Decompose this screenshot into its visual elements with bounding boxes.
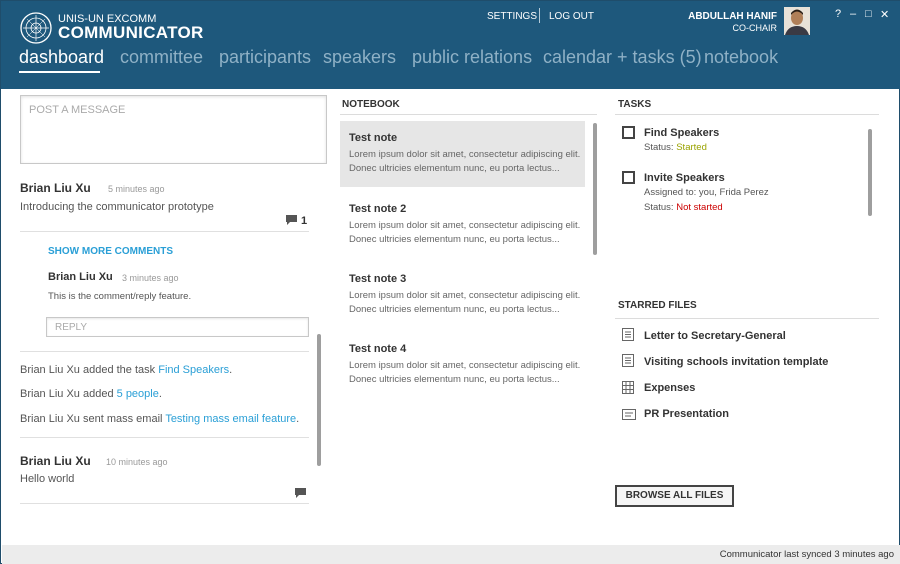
post-author[interactable]: Brian Liu Xu — [20, 454, 91, 468]
post-placeholder: POST A MESSAGE — [29, 104, 126, 116]
logout-link[interactable]: LOG OUT — [549, 11, 594, 22]
post-message-input[interactable]: POST A MESSAGE — [20, 95, 327, 164]
task-checkbox[interactable] — [622, 126, 635, 139]
section-divider — [340, 114, 597, 115]
task-checkbox[interactable] — [622, 171, 635, 184]
comment-text: This is the comment/reply feature. — [48, 291, 192, 302]
avatar[interactable] — [784, 7, 810, 35]
header-divider — [539, 8, 540, 23]
app-title: COMMUNICATOR — [58, 23, 204, 42]
file-link[interactable]: PR Presentation — [644, 408, 729, 420]
post-text: Introducing the communicator prototype — [20, 201, 214, 213]
task-status: Status: Started — [644, 142, 707, 153]
post-time: 5 minutes ago — [108, 184, 165, 194]
note-body: Lorem ipsum dolor sit amet, consectetur … — [349, 220, 581, 245]
sync-status: Communicator last synced 3 minutes ago — [719, 549, 894, 560]
feed-divider — [20, 503, 309, 504]
status-started: Started — [676, 142, 707, 153]
notebook-title: NOTEBOOK — [342, 99, 400, 110]
activity-link[interactable]: 5 people — [117, 388, 159, 400]
settings-link[interactable]: SETTINGS — [487, 11, 537, 22]
activity-item: Brian Liu Xu sent mass email Testing mas… — [20, 413, 300, 425]
file-link[interactable]: Expenses — [644, 382, 695, 394]
feed-divider — [20, 437, 309, 438]
tasks-scrollbar[interactable] — [868, 129, 872, 216]
nav-notebook[interactable]: notebook — [704, 47, 778, 68]
feed-scrollbar[interactable] — [317, 334, 321, 466]
close-icon[interactable]: ✕ — [880, 8, 889, 21]
app-window: UNIS-UN EXCOMM COMMUNICATOR SETTINGS LOG… — [0, 0, 900, 564]
section-divider — [615, 114, 879, 115]
maximize-icon[interactable]: □ — [865, 8, 872, 20]
comment-author[interactable]: Brian Liu Xu — [48, 271, 113, 283]
un-logo-icon — [20, 12, 52, 44]
comment-icon[interactable] — [286, 215, 297, 226]
task-title[interactable]: Find Speakers — [644, 127, 719, 139]
feed-divider — [20, 351, 309, 352]
reply-input[interactable]: REPLY — [46, 317, 309, 337]
activity-item: Brian Liu Xu added the task Find Speaker… — [20, 364, 233, 376]
activity-link[interactable]: Find Speakers — [158, 364, 229, 376]
post-time: 10 minutes ago — [106, 457, 168, 467]
spreadsheet-icon — [622, 381, 634, 394]
feed-divider — [20, 231, 309, 232]
post-text: Hello world — [20, 473, 75, 485]
document-icon — [622, 354, 634, 367]
task-title[interactable]: Invite Speakers — [644, 172, 725, 184]
show-more-comments-link[interactable]: SHOW MORE COMMENTS — [48, 246, 173, 257]
active-tab-indicator — [19, 71, 100, 73]
note-item[interactable]: Test note 3 Lorem ipsum dolor sit amet, … — [340, 262, 585, 328]
nav-public-relations[interactable]: public relations — [412, 47, 532, 68]
presentation-icon — [622, 409, 636, 420]
note-title: Test note 4 — [349, 343, 407, 355]
note-body: Lorem ipsum dolor sit amet, consectetur … — [349, 290, 581, 315]
nav-calendar-tasks[interactable]: calendar + tasks (5) — [543, 47, 702, 68]
file-link[interactable]: Visiting schools invitation template — [644, 356, 828, 368]
nav-committee[interactable]: committee — [120, 47, 203, 68]
help-icon[interactable]: ? — [835, 8, 841, 20]
task-assignee: Assigned to: you, Frida Perez — [644, 187, 769, 198]
activity-item: Brian Liu Xu added 5 people. — [20, 388, 162, 400]
notebook-scrollbar[interactable] — [593, 123, 597, 255]
task-status: Status: Not started — [644, 202, 723, 213]
user-role: CO-CHAIR — [732, 23, 778, 33]
nav-dashboard[interactable]: dashboard — [19, 47, 104, 68]
comment-time: 3 minutes ago — [122, 273, 179, 283]
nav-speakers[interactable]: speakers — [323, 47, 396, 68]
note-body: Lorem ipsum dolor sit amet, consectetur … — [349, 149, 581, 174]
document-icon — [622, 328, 634, 341]
note-title: Test note 2 — [349, 203, 407, 215]
section-divider — [615, 318, 879, 319]
comment-icon[interactable] — [295, 488, 306, 499]
activity-link[interactable]: Testing mass email feature — [165, 413, 296, 425]
note-item[interactable]: Test note Lorem ipsum dolor sit amet, co… — [340, 121, 585, 187]
browse-all-files-button[interactable]: BROWSE ALL FILES — [615, 485, 734, 507]
reply-placeholder: REPLY — [55, 322, 88, 333]
note-title: Test note — [349, 132, 398, 144]
status-not-started: Not started — [676, 202, 723, 213]
note-item[interactable]: Test note 2 Lorem ipsum dolor sit amet, … — [340, 192, 585, 258]
minimize-icon[interactable]: – — [850, 8, 856, 20]
status-bar: Communicator last synced 3 minutes ago — [2, 545, 900, 564]
note-item[interactable]: Test note 4 Lorem ipsum dolor sit amet, … — [340, 332, 585, 398]
file-link[interactable]: Letter to Secretary-General — [644, 330, 786, 342]
note-title: Test note 3 — [349, 273, 407, 285]
post-author[interactable]: Brian Liu Xu — [20, 181, 91, 195]
user-name: ABDULLAH HANIF — [688, 11, 777, 22]
nav-participants[interactable]: participants — [219, 47, 311, 68]
app-header: UNIS-UN EXCOMM COMMUNICATOR SETTINGS LOG… — [1, 1, 900, 89]
tasks-title: TASKS — [618, 99, 652, 110]
note-body: Lorem ipsum dolor sit amet, consectetur … — [349, 360, 581, 385]
starred-files-title: STARRED FILES — [618, 300, 697, 311]
comment-count: 1 — [301, 215, 308, 227]
